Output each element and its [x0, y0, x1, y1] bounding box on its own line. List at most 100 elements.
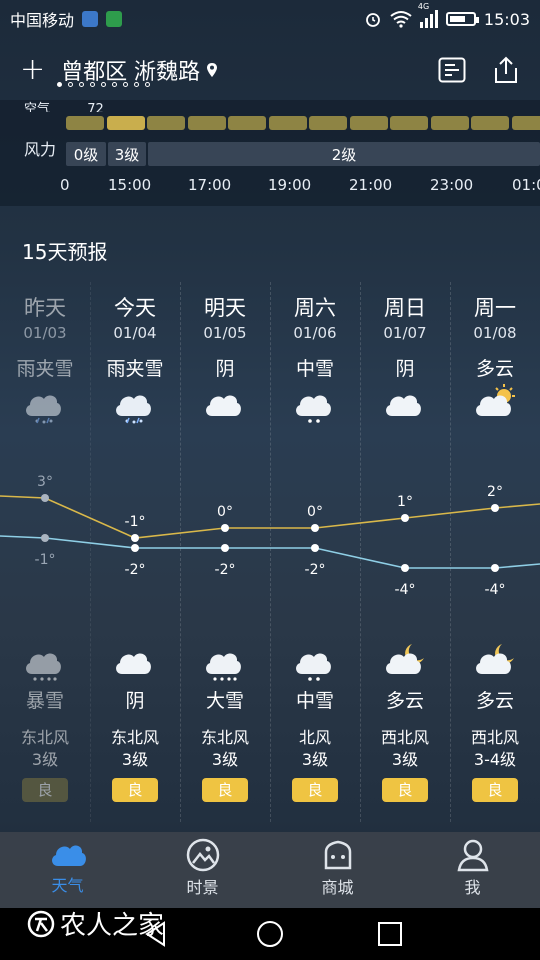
- high-temp-point: [401, 514, 409, 522]
- overcast-icon: [112, 640, 158, 690]
- wind-direction: 西北风: [380, 728, 429, 747]
- aqi-badge[interactable]: 良: [472, 778, 518, 802]
- air-quality-bar: [228, 116, 266, 130]
- low-temp-point: [491, 564, 499, 572]
- cloudy-night-icon: [472, 640, 518, 690]
- tab-label: 商城: [321, 878, 354, 897]
- location-header: + 曾都区 淅魏路: [0, 42, 540, 98]
- temperature-chart: 3° -1° 0° 0° 1° 2° -1° -2° -2° -2° -4° -4°: [0, 474, 540, 598]
- air-quality-label: 空气 72: [24, 102, 104, 112]
- page-dot: [90, 82, 95, 87]
- night-condition: 多云: [385, 690, 424, 712]
- recents-icon[interactable]: [376, 920, 404, 948]
- tab-label: 天气: [51, 876, 84, 895]
- wind-level: 3级: [31, 750, 59, 769]
- air-quality-bar: [268, 116, 307, 130]
- night-condition: 阴: [125, 690, 145, 712]
- sleet-icon: [112, 382, 158, 432]
- aqi-badge[interactable]: 良: [22, 778, 68, 802]
- day-condition: 雨夹雪: [106, 358, 164, 380]
- hourly-time-label: 23:00: [430, 176, 474, 194]
- home-icon[interactable]: [255, 919, 285, 949]
- high-temp-label: 1°: [397, 494, 413, 510]
- day-date: 01/06: [293, 324, 337, 342]
- page-dot: [145, 82, 150, 87]
- wind-level: 3-4级: [473, 750, 517, 769]
- wind-level: 3级: [121, 750, 149, 769]
- high-temp-point: [221, 524, 229, 532]
- day-date: 01/07: [383, 324, 427, 342]
- network-type: 4G: [417, 2, 430, 11]
- status-bar: 中国移动 4G 15:03: [0, 0, 540, 38]
- overcast-icon: [382, 382, 428, 432]
- page-dot: [68, 82, 73, 87]
- wind-segment: 3级: [108, 142, 146, 166]
- day-name: 周一: [474, 296, 516, 320]
- low-temp-label: -2°: [125, 562, 146, 578]
- day-date: 01/03: [23, 324, 67, 342]
- wind-level: 3级: [211, 750, 239, 769]
- page-dot: [123, 82, 128, 87]
- aqi-badge[interactable]: 良: [382, 778, 428, 802]
- aqi-badge[interactable]: 良: [202, 778, 248, 802]
- high-temp-label: 3°: [37, 474, 53, 490]
- page-dot: [134, 82, 139, 87]
- hourly-time-label: 15:00: [108, 176, 152, 194]
- heavy-snow-icon: [22, 640, 68, 690]
- watermark-logo-icon: [27, 910, 55, 937]
- low-temp-line: [0, 535, 540, 569]
- user-icon: [457, 839, 488, 872]
- tab-weather[interactable]: 天气: [0, 832, 135, 908]
- air-quality-bar: [430, 116, 469, 130]
- high-temp-point: [131, 534, 139, 542]
- day-date: 01/08: [473, 324, 517, 342]
- day-name: 今天: [114, 296, 156, 320]
- low-temp-label: -4°: [485, 582, 506, 598]
- night-condition: 多云: [475, 690, 514, 712]
- share-icon[interactable]: [492, 56, 520, 84]
- page-indicator: [57, 82, 150, 87]
- low-temp-point: [221, 544, 229, 552]
- photo-icon: [186, 838, 219, 872]
- aqi-badge[interactable]: 良: [112, 778, 158, 802]
- tab-scenes[interactable]: 时景: [135, 832, 270, 908]
- high-temp-label: 0°: [217, 504, 233, 520]
- hourly-time-label: 0: [60, 176, 70, 194]
- carrier-label: 中国移动: [10, 11, 75, 30]
- night-condition: 暴雪: [25, 690, 64, 712]
- low-temp-point: [311, 544, 319, 552]
- app-notification-icon: [106, 11, 123, 27]
- low-temp-label: -2°: [215, 562, 236, 578]
- add-city-button[interactable]: +: [20, 55, 45, 85]
- forecast-title: 15天预报: [22, 240, 108, 264]
- air-quality-bar: [390, 116, 428, 130]
- air-quality-bar: [147, 116, 185, 130]
- high-temp-line: [0, 495, 540, 539]
- hourly-time-label: 01:0: [512, 176, 540, 194]
- day-name: 昨天: [24, 296, 66, 320]
- air-quality-bar: [471, 116, 509, 130]
- high-temp-label: 0°: [307, 504, 323, 520]
- page-dot: [57, 82, 62, 87]
- day-name: 周日: [384, 296, 426, 320]
- air-quality-bar: [511, 116, 540, 130]
- tab-me[interactable]: 我: [405, 832, 540, 908]
- overcast-icon: [202, 382, 248, 432]
- aqi-badge[interactable]: 良: [292, 778, 338, 802]
- wind-direction: 东北风: [20, 728, 69, 747]
- wind-direction: 东北风: [200, 728, 249, 747]
- day-condition: 阴: [395, 358, 415, 380]
- low-temp-point: [41, 534, 49, 542]
- wind-direction: 北风: [298, 728, 331, 747]
- news-icon[interactable]: [438, 57, 466, 83]
- partly-cloudy-day-icon: [472, 382, 518, 432]
- hourly-time-label: 17:00: [188, 176, 232, 194]
- air-quality-bar: [187, 116, 226, 130]
- tab-shop[interactable]: 商城: [270, 832, 405, 908]
- low-temp-point: [131, 544, 139, 552]
- low-temp-label: -4°: [395, 582, 416, 598]
- high-temp-point: [491, 504, 499, 512]
- tab-label: 我: [464, 878, 481, 897]
- wind-direction: 西北风: [470, 728, 519, 747]
- air-quality-bar: [349, 116, 388, 130]
